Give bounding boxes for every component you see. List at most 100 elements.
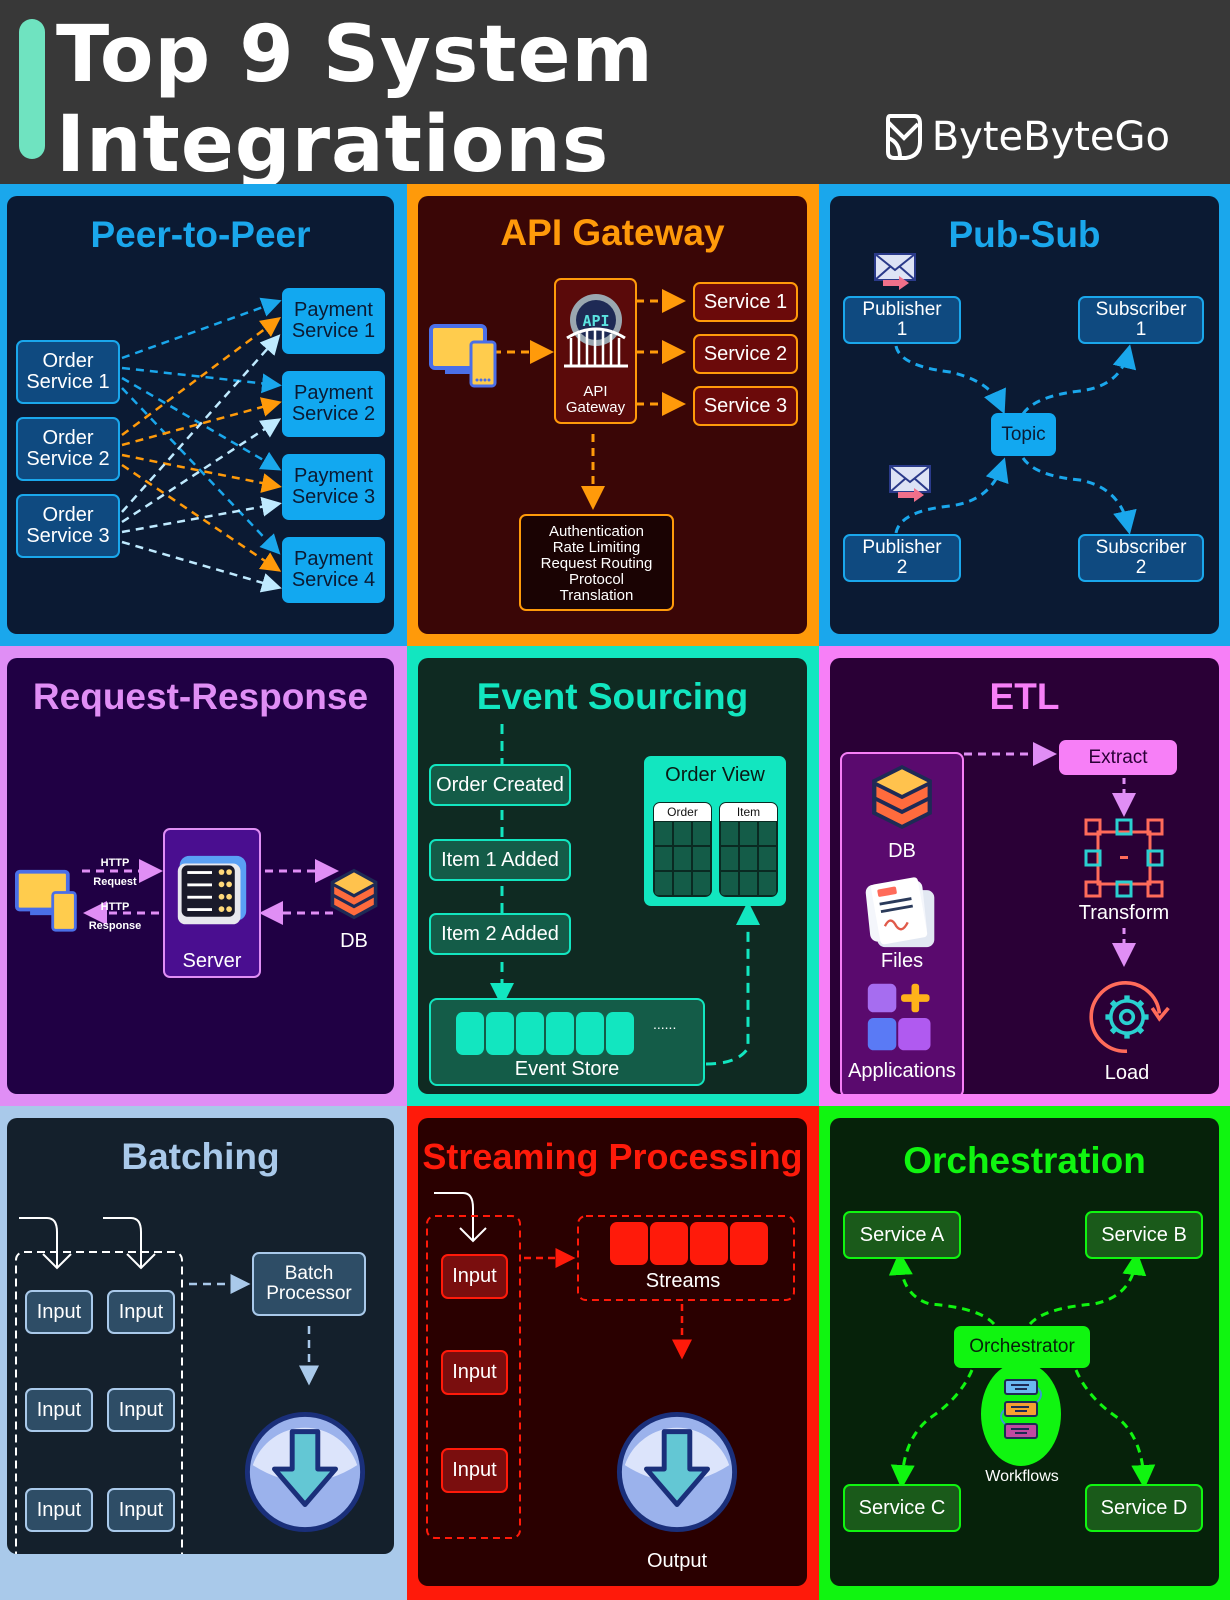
input-box[interactable]: Input bbox=[107, 1388, 175, 1432]
input-box[interactable]: Input bbox=[441, 1448, 508, 1493]
table-header: Order bbox=[654, 803, 711, 821]
stream-slot bbox=[730, 1222, 768, 1265]
gateway-label: API Gateway bbox=[565, 383, 626, 416]
p2p-connection-line bbox=[121, 297, 282, 360]
feature-item: Translation bbox=[559, 587, 634, 604]
http-response-label: HTTP Response bbox=[88, 901, 142, 932]
workflows-bubble bbox=[981, 1362, 1061, 1466]
server-box[interactable]: Server bbox=[163, 828, 261, 978]
payment-service-box[interactable]: Payment Service 3 bbox=[282, 454, 385, 520]
service-box[interactable]: Service A bbox=[843, 1211, 961, 1259]
view-table: Item bbox=[719, 802, 778, 897]
input-box[interactable]: Input bbox=[107, 1488, 175, 1532]
load-label: Load bbox=[1104, 1062, 1150, 1084]
section-etl: ETL DB Files Applications Extract Transf… bbox=[819, 646, 1230, 1106]
applications-icon bbox=[867, 983, 931, 1051]
feature-item: Protocol bbox=[568, 571, 625, 588]
input-box[interactable]: Input bbox=[25, 1290, 93, 1334]
payment-service-box[interactable]: Payment Service 1 bbox=[282, 288, 385, 354]
section-title: Peer-to-Peer bbox=[90, 214, 311, 255]
p2p-connection-line bbox=[121, 496, 282, 534]
stream-slot bbox=[690, 1222, 728, 1265]
gateway-box[interactable]: API API Gateway bbox=[554, 278, 637, 424]
bytebytego-logo-icon bbox=[885, 114, 922, 160]
brand-name: ByteByteGo bbox=[931, 114, 1170, 160]
subscriber-box[interactable]: Subscriber 2 bbox=[1078, 534, 1204, 582]
batch-processor-box[interactable]: Batch Processor bbox=[252, 1252, 366, 1316]
event-slot bbox=[546, 1012, 574, 1055]
event-slot bbox=[516, 1012, 544, 1055]
ellipsis: ...... bbox=[653, 1016, 677, 1032]
section-streaming-processing: Streaming Processing Input Input Input S… bbox=[407, 1106, 819, 1600]
transform-label: Transform bbox=[1078, 902, 1170, 924]
section-batching: Batching Input Input Input Input Input I… bbox=[0, 1106, 407, 1600]
service-box[interactable]: Service 2 bbox=[693, 334, 798, 374]
section-peer-to-peer: Peer-to-Peer Order Service 1 Order Servi… bbox=[0, 184, 407, 646]
etl-sources-box: DB Files Applications bbox=[840, 752, 964, 1094]
feature-item: Authentication bbox=[548, 523, 645, 540]
event-box[interactable]: Order Created bbox=[429, 764, 571, 806]
server-label: Server bbox=[182, 950, 242, 972]
order-view-title: Order View bbox=[665, 764, 765, 786]
topic-box[interactable]: Topic bbox=[991, 413, 1056, 456]
view-table: Order bbox=[653, 802, 712, 897]
service-box[interactable]: Service B bbox=[1085, 1211, 1203, 1259]
p2p-connection-line bbox=[121, 540, 282, 593]
payment-service-box[interactable]: Payment Service 4 bbox=[282, 537, 385, 603]
event-box[interactable]: Item 2 Added bbox=[429, 913, 571, 955]
payment-service-box[interactable]: Payment Service 2 bbox=[282, 371, 385, 437]
section-api-gateway: API Gateway API API Gateway Service 1 Se… bbox=[407, 184, 819, 646]
event-store-slots bbox=[456, 1012, 634, 1055]
input-box[interactable]: Input bbox=[25, 1388, 93, 1432]
order-service-box[interactable]: Order Service 2 bbox=[16, 417, 120, 481]
event-slot bbox=[456, 1012, 484, 1055]
section-title: Event Sourcing bbox=[476, 676, 749, 717]
service-box[interactable]: Service 3 bbox=[693, 386, 798, 426]
feature-item: Rate Limiting bbox=[552, 539, 641, 556]
gateway-features-box: Authentication Rate Limiting Request Rou… bbox=[519, 514, 674, 611]
section-title: Batching bbox=[121, 1136, 280, 1177]
order-view-box[interactable]: Order View Order Item bbox=[644, 756, 786, 906]
http-request-label: HTTP Request bbox=[93, 857, 137, 888]
transform-icon bbox=[1084, 818, 1164, 898]
publisher-box[interactable]: Publisher 1 bbox=[843, 296, 961, 344]
publisher-box[interactable]: Publisher 2 bbox=[843, 534, 961, 582]
input-box[interactable]: Input bbox=[441, 1254, 508, 1299]
p2p-connection-line bbox=[121, 376, 282, 471]
download-output-icon bbox=[244, 1411, 366, 1533]
p2p-connection-line bbox=[121, 418, 282, 524]
output-label: Output bbox=[646, 1550, 708, 1572]
subscriber-box[interactable]: Subscriber 1 bbox=[1078, 296, 1204, 344]
svg-text:API: API bbox=[582, 312, 609, 330]
order-service-box[interactable]: Order Service 1 bbox=[16, 340, 120, 404]
input-box[interactable]: Input bbox=[441, 1350, 508, 1395]
input-box[interactable]: Input bbox=[25, 1488, 93, 1532]
feature-item: Request Routing bbox=[540, 555, 653, 572]
envelope-icon bbox=[889, 465, 931, 502]
event-store-box[interactable]: ...... Event Store bbox=[429, 998, 705, 1086]
devices-icon bbox=[429, 324, 497, 388]
section-orchestration: Orchestration Service A Service B Orches… bbox=[819, 1106, 1230, 1600]
brand-logo: ByteByteGo bbox=[884, 112, 1170, 162]
source-label: DB bbox=[888, 840, 916, 862]
stream-slots bbox=[610, 1222, 768, 1265]
service-box[interactable]: Service 1 bbox=[693, 282, 798, 322]
input-box[interactable]: Input bbox=[107, 1290, 175, 1334]
database-icon bbox=[872, 765, 932, 829]
database-icon bbox=[330, 868, 378, 920]
service-box[interactable]: Service D bbox=[1085, 1484, 1203, 1532]
db-label: DB bbox=[340, 930, 368, 952]
section-title: Pub-Sub bbox=[948, 214, 1101, 255]
extract-box[interactable]: Extract bbox=[1059, 740, 1177, 775]
section-title: Orchestration bbox=[903, 1140, 1146, 1181]
section-title: ETL bbox=[989, 676, 1060, 717]
p2p-connection-line bbox=[121, 453, 282, 493]
stream-slot bbox=[610, 1222, 648, 1265]
event-slot bbox=[576, 1012, 604, 1055]
event-box[interactable]: Item 1 Added bbox=[429, 839, 571, 881]
p2p-connection-line bbox=[121, 387, 281, 555]
section-request-response: Request-Response HTTP Request HTTP Respo… bbox=[0, 646, 407, 1106]
server-icon bbox=[177, 855, 247, 925]
service-box[interactable]: Service C bbox=[843, 1484, 961, 1532]
order-service-box[interactable]: Order Service 3 bbox=[16, 494, 120, 558]
